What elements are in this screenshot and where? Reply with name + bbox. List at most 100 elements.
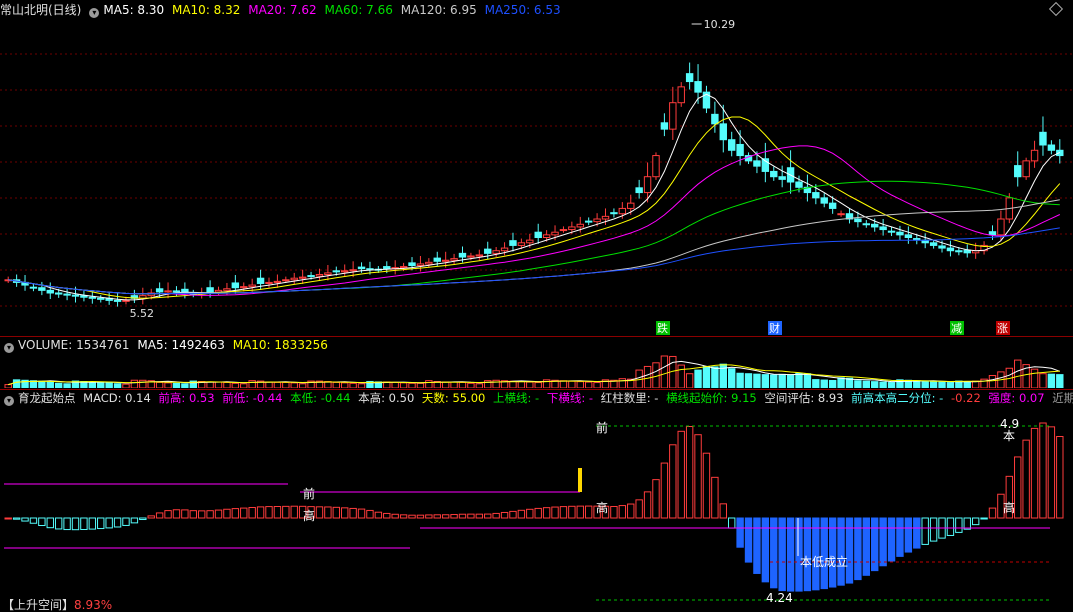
- macd-bar: [475, 513, 484, 519]
- event-label: 涨: [997, 322, 1008, 335]
- macd-bar: [946, 517, 955, 536]
- candle-body: [357, 266, 366, 270]
- candle-body: [879, 226, 887, 231]
- volume-header: ▾ VOLUME: 1534761 MA5: 1492463 MA10: 1833…: [0, 337, 332, 353]
- volume-bar: [273, 381, 282, 388]
- collapse-icon[interactable]: ▾: [4, 396, 14, 406]
- volume-bar: [1056, 374, 1064, 388]
- candle-body: [458, 252, 467, 258]
- candle-body: [854, 218, 862, 223]
- macd-bar: [441, 514, 450, 519]
- macd-bar: [820, 517, 828, 590]
- candle-body: [282, 279, 290, 282]
- low-label: 5.52: [130, 307, 155, 320]
- macd-bar: [627, 503, 635, 519]
- macd-bar: [273, 506, 282, 519]
- candle-body: [904, 234, 913, 239]
- candle-body: [1047, 144, 1056, 151]
- volume-bar: [290, 382, 298, 388]
- macd-bar: [71, 517, 80, 531]
- macd-bar: [610, 505, 618, 519]
- macd-bar: [1039, 422, 1047, 519]
- candle-body: [63, 293, 71, 296]
- volume-bar: [938, 381, 946, 388]
- footer-label: 【上升空间】: [2, 598, 75, 612]
- macd-bar: [568, 505, 576, 519]
- macd-bar: [130, 517, 139, 524]
- macd-bar: [921, 517, 929, 545]
- high-label: 10.29: [704, 18, 736, 31]
- xia-heng: 下横线: -: [546, 391, 594, 405]
- volume-bar: [862, 380, 871, 388]
- volume-bar: [38, 380, 46, 388]
- volume-bar: [164, 382, 172, 388]
- candle-body: [997, 218, 1005, 236]
- candle-body: [290, 277, 298, 281]
- volume-bar: [795, 372, 803, 388]
- candle-body: [509, 240, 517, 246]
- shang-heng: 上横线: -: [493, 391, 540, 405]
- volume-bar: [685, 373, 694, 388]
- volume-bar: [425, 380, 433, 388]
- candle-body: [887, 230, 896, 233]
- candle-body: [593, 218, 601, 223]
- volume-bar: [803, 373, 812, 388]
- volume-bar: [946, 382, 955, 388]
- volume-bar: [887, 382, 896, 388]
- volume-bar: [702, 365, 711, 388]
- macd-bar: [240, 507, 248, 519]
- qiang-du: 强度: 0.07: [988, 391, 1045, 405]
- settings-diamond-icon[interactable]: [1048, 1, 1064, 17]
- candle-body: [206, 287, 214, 293]
- qian-gao: 前高: 0.53: [158, 391, 215, 405]
- volume-bar: [517, 381, 526, 388]
- candle-body: [517, 242, 526, 246]
- indicator-header: ▾ 育龙起始点 MACD: 0.14 前高: 0.53 前低: -0.44 本低:…: [0, 390, 1073, 406]
- volume-bar: [105, 382, 113, 388]
- candle-body: [29, 286, 38, 289]
- ma20-line: [8, 145, 1061, 296]
- macd-bar: [46, 517, 54, 529]
- candle-body: [955, 250, 963, 253]
- macd-bar: [509, 510, 517, 519]
- macd-bar: [223, 508, 231, 519]
- macd-bar: [871, 517, 879, 572]
- candle-body: [1022, 160, 1030, 178]
- ma10-legend: MA10: 8.32: [171, 3, 241, 17]
- macd-bar: [786, 517, 795, 592]
- macd-bar: [904, 517, 913, 553]
- collapse-icon[interactable]: ▾: [89, 8, 100, 18]
- volume-bar: [12, 379, 21, 388]
- candle-body: [315, 274, 324, 277]
- macd-bar: [366, 509, 374, 519]
- candle-body: [484, 248, 492, 254]
- macd-bar: [21, 517, 29, 522]
- macd-bar: [526, 508, 534, 519]
- macd-bar: [80, 517, 88, 531]
- macd-bar: [559, 506, 568, 519]
- candle-body: [534, 231, 542, 238]
- macd-bar: [290, 505, 298, 519]
- macd-bar: [618, 505, 627, 519]
- volume-bar: [584, 381, 593, 388]
- volume-bar: [282, 381, 290, 388]
- macd-bar: [854, 517, 862, 581]
- volume-bar: [63, 383, 71, 388]
- macd-annotation: 本低成立: [800, 554, 848, 569]
- macd-bar: [887, 517, 896, 562]
- candle-body: [677, 86, 685, 104]
- volume-bar: [786, 374, 795, 388]
- macd-bar: [88, 517, 97, 530]
- macd-bar: [408, 514, 416, 519]
- volume-bar: [416, 382, 425, 388]
- ben-di: 本低: -0.44: [290, 391, 351, 405]
- candle-body: [425, 261, 433, 265]
- macd-bar: [155, 512, 164, 519]
- volume-bar: [341, 382, 349, 388]
- volume-bar: [761, 374, 770, 388]
- macd-bar: [105, 517, 113, 529]
- volume-bar: [677, 364, 685, 388]
- macd-bar: [4, 517, 12, 520]
- kong-jian: 空间评估: 8.93: [764, 391, 844, 405]
- neg-value: -0.22: [951, 391, 981, 405]
